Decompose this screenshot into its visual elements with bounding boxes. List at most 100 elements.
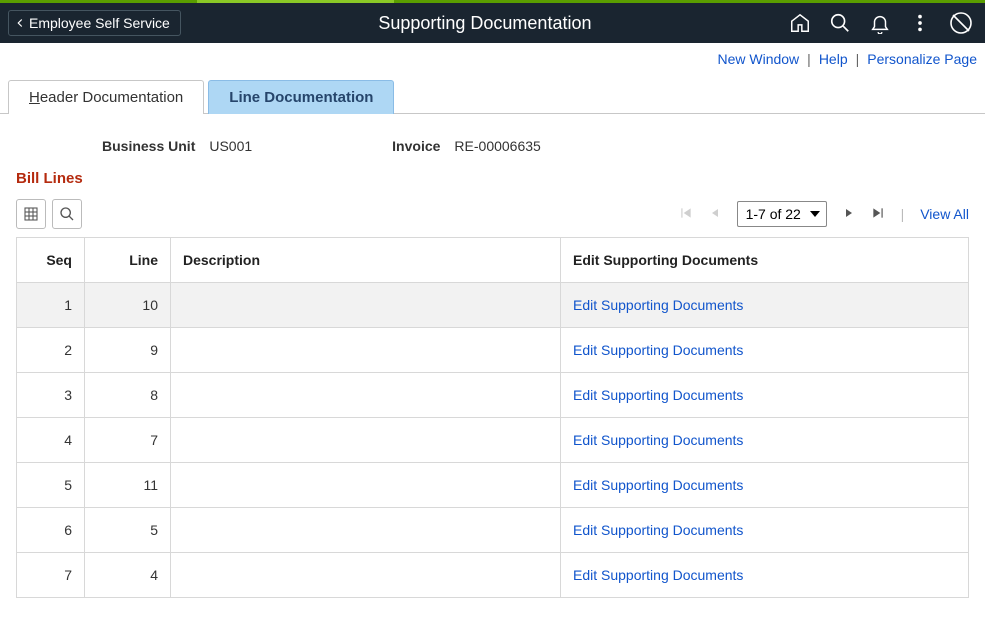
search-icon <box>59 206 75 222</box>
bill-lines-heading: Bill Lines <box>0 166 985 191</box>
cell-edit: Edit Supporting Documents <box>561 373 969 417</box>
kebab-icon <box>909 12 931 34</box>
cell-edit: Edit Supporting Documents <box>561 418 969 462</box>
cell-line: 9 <box>85 328 171 372</box>
business-unit-value: US001 <box>209 138 252 154</box>
business-unit-field: Business Unit US001 <box>102 138 252 154</box>
home-button[interactable] <box>789 12 811 34</box>
cell-edit: Edit Supporting Documents <box>561 508 969 552</box>
cell-description <box>171 508 561 552</box>
home-icon <box>789 12 811 34</box>
actions-menu-button[interactable] <box>909 12 931 34</box>
cell-edit: Edit Supporting Documents <box>561 553 969 597</box>
table-row: 47 Edit Supporting Documents <box>17 418 969 463</box>
invoice-value: RE-00006635 <box>454 138 540 154</box>
col-edit-supporting-documents[interactable]: Edit Supporting Documents <box>561 238 969 282</box>
cell-description <box>171 553 561 597</box>
table-row: 65 Edit Supporting Documents <box>17 508 969 553</box>
view-all-link[interactable]: View All <box>920 206 969 222</box>
app-header: Employee Self Service Supporting Documen… <box>0 3 985 43</box>
page-title: Supporting Documentation <box>181 13 789 34</box>
edit-supporting-documents-link[interactable]: Edit Supporting Documents <box>573 522 743 538</box>
edit-supporting-documents-link[interactable]: Edit Supporting Documents <box>573 387 743 403</box>
edit-supporting-documents-link[interactable]: Edit Supporting Documents <box>573 477 743 493</box>
cell-description <box>171 328 561 372</box>
cell-line: 5 <box>85 508 171 552</box>
prev-page-button <box>709 206 721 222</box>
cell-seq: 2 <box>17 328 85 372</box>
invoice-field: Invoice RE-00006635 <box>392 138 541 154</box>
cell-seq: 7 <box>17 553 85 597</box>
cell-seq: 6 <box>17 508 85 552</box>
grid-header-row: Seq Line Description Edit Supporting Doc… <box>17 238 969 283</box>
tab-accesskey: H <box>29 89 40 106</box>
cell-line: 11 <box>85 463 171 507</box>
header-actions <box>789 11 977 35</box>
cell-description <box>171 418 561 462</box>
page-range-select[interactable]: 1-7 of 22 <box>737 201 827 227</box>
last-page-icon <box>871 206 885 220</box>
col-line[interactable]: Line <box>85 238 171 282</box>
grid-settings-button[interactable] <box>16 199 46 229</box>
cell-edit: Edit Supporting Documents <box>561 463 969 507</box>
table-row: 38 Edit Supporting Documents <box>17 373 969 418</box>
grid-pager: 1-7 of 22 | View All <box>679 201 969 227</box>
table-row: 511 Edit Supporting Documents <box>17 463 969 508</box>
grid-icon <box>23 206 39 222</box>
cell-description <box>171 373 561 417</box>
bill-lines-grid: Seq Line Description Edit Supporting Doc… <box>16 237 969 598</box>
edit-supporting-documents-link[interactable]: Edit Supporting Documents <box>573 432 743 448</box>
edit-supporting-documents-link[interactable]: Edit Supporting Documents <box>573 297 743 313</box>
next-page-button[interactable] <box>843 206 855 222</box>
edit-supporting-documents-link[interactable]: Edit Supporting Documents <box>573 567 743 583</box>
cell-edit: Edit Supporting Documents <box>561 283 969 327</box>
cell-seq: 5 <box>17 463 85 507</box>
chevron-right-icon <box>843 207 855 219</box>
back-button[interactable]: Employee Self Service <box>8 10 181 36</box>
sublink-separator: | <box>856 51 860 67</box>
navbar-button[interactable] <box>949 11 973 35</box>
first-page-icon <box>679 206 693 220</box>
form-area: Business Unit US001 Invoice RE-00006635 <box>0 114 985 166</box>
cell-description <box>171 283 561 327</box>
table-row: 29 Edit Supporting Documents <box>17 328 969 373</box>
col-seq[interactable]: Seq <box>17 238 85 282</box>
chevron-left-icon <box>709 207 721 219</box>
search-icon <box>829 12 851 34</box>
cell-seq: 4 <box>17 418 85 462</box>
notifications-button[interactable] <box>869 12 891 34</box>
cell-description <box>171 463 561 507</box>
business-unit-label: Business Unit <box>102 138 195 154</box>
last-page-button[interactable] <box>871 206 885 223</box>
cell-seq: 3 <box>17 373 85 417</box>
pager-separator: | <box>901 206 905 222</box>
table-row: 110 Edit Supporting Documents <box>17 283 969 328</box>
grid-find-button[interactable] <box>52 199 82 229</box>
personalize-page-link[interactable]: Personalize Page <box>867 51 977 67</box>
table-row: 74 Edit Supporting Documents <box>17 553 969 597</box>
back-button-label: Employee Self Service <box>29 15 170 31</box>
help-link[interactable]: Help <box>819 51 848 67</box>
col-description[interactable]: Description <box>171 238 561 282</box>
cell-line: 8 <box>85 373 171 417</box>
cell-line: 10 <box>85 283 171 327</box>
sublink-separator: | <box>807 51 811 67</box>
compass-icon <box>949 11 973 35</box>
first-page-button <box>679 206 693 223</box>
tab-bar: Header Documentation Line Documentation <box>0 79 985 114</box>
search-button[interactable] <box>829 12 851 34</box>
tab-line-documentation[interactable]: Line Documentation <box>208 80 394 114</box>
tab-label-rest: eader Documentation <box>40 89 183 106</box>
tab-header-documentation[interactable]: Header Documentation <box>8 80 204 114</box>
chevron-left-icon <box>13 16 27 30</box>
bell-icon <box>869 12 891 34</box>
invoice-label: Invoice <box>392 138 440 154</box>
grid-toolbar: 1-7 of 22 | View All <box>0 191 985 237</box>
cell-line: 4 <box>85 553 171 597</box>
cell-seq: 1 <box>17 283 85 327</box>
cell-line: 7 <box>85 418 171 462</box>
page-sublinks: New Window | Help | Personalize Page <box>0 43 985 71</box>
edit-supporting-documents-link[interactable]: Edit Supporting Documents <box>573 342 743 358</box>
cell-edit: Edit Supporting Documents <box>561 328 969 372</box>
new-window-link[interactable]: New Window <box>717 51 799 67</box>
